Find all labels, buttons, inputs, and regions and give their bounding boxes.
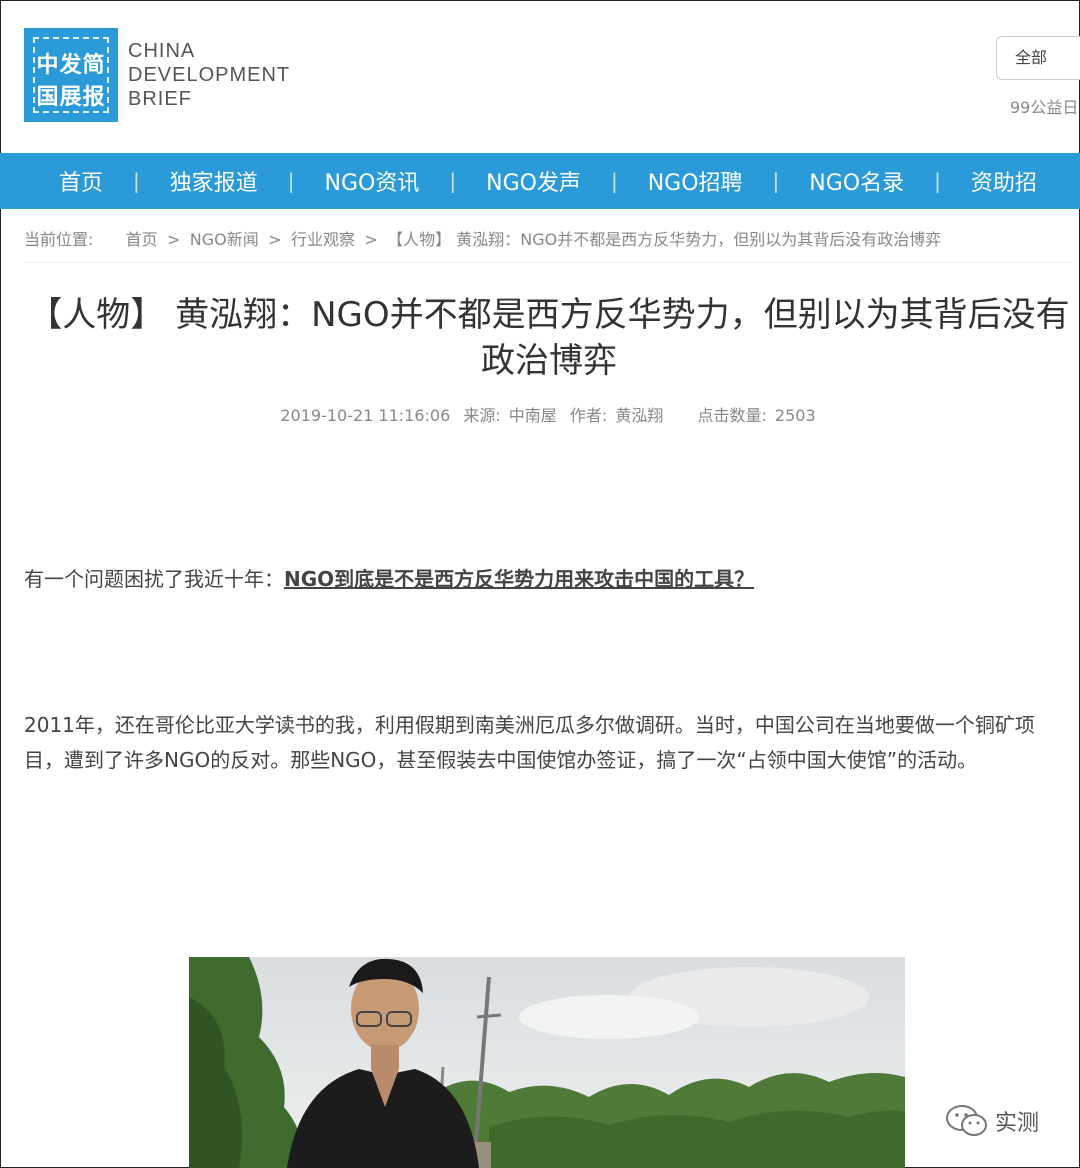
article-author: 黄泓翔 [615,406,664,425]
logo-en-line3: BRIEF [128,88,192,110]
wechat-icon [946,1105,987,1136]
nav-item-home[interactable]: 首页 [59,165,103,197]
logo-cn-line2: 国展报 [36,85,106,110]
nav-separator: | [772,169,780,193]
watermark-label: 实测 [995,1111,1040,1136]
nav-item-funding[interactable]: 资助招 [971,165,1037,197]
photo-illustration [189,957,905,1168]
author-label: 作者: [569,406,608,425]
nav-separator: | [449,169,457,193]
nav-separator: | [610,169,618,193]
article-meta: 2019-10-21 11:16:06 来源: 中南屋 作者: 黄泓翔 点击数量: 2… [0,402,1080,426]
article-views: 2503 [774,406,816,425]
breadcrumb-current: 【人物】 黄泓翔：NGO并不都是西方反华势力，但别以为其背后没有政治博弈 [387,230,942,249]
article-title: 【人物】 黄泓翔：NGO并不都是西方反华势力，但别以为其背后没有政治博弈 [28,295,1070,381]
logo-en-line1: CHINA [128,40,196,62]
nav-separator: | [133,169,140,193]
breadcrumb-ngo-news[interactable]: NGO新闻 [190,230,259,249]
article-paragraph: 2011年，还在哥伦比亚大学读书的我，利用假期到南美洲厄瓜多尔做调研。当时，中国… [24,713,1035,772]
views-label: 点击数量: [697,406,767,425]
logo-cn-line1: 中发简 [36,53,106,78]
breadcrumb-separator: > [167,230,181,249]
nav-item-ngo-voice[interactable]: NGO发声 [486,165,581,197]
breadcrumb-separator: > [364,230,378,249]
source-label: 来源: [463,406,501,425]
search-scope-select[interactable]: 全部 [996,36,1080,80]
nav-item-ngo-news[interactable]: NGO资讯 [325,165,420,197]
breadcrumb: 当前位置: 首页 > NGO新闻 > 行业观察 > 【人物】 黄泓翔：NGO并不… [24,226,941,250]
breadcrumb-prefix: 当前位置: [24,230,94,249]
breadcrumb-industry[interactable]: 行业观察 [291,230,355,249]
article-source: 中南屋 [508,406,557,425]
breadcrumb-home[interactable]: 首页 [126,230,158,249]
article-datetime: 2019-10-21 11:16:06 [280,406,451,425]
breadcrumb-separator: > [268,230,282,249]
charity-day-link[interactable]: 99公益日 [1010,94,1078,118]
logo-mark: 中发简 国展报 [24,28,118,122]
site-logo[interactable]: 中发简 国展报 CHINA DEVELOPMENT BRIEF [24,28,290,122]
nav-item-ngo-directory[interactable]: NGO名录 [809,165,904,197]
nav-item-exclusive[interactable]: 独家报道 [170,165,258,197]
paragraph-text: 有一个问题困扰了我近十年： [24,567,284,591]
wechat-watermark: 实测 [945,1104,1039,1138]
paragraph-link[interactable]: NGO到底是不是西方反华势力用来攻击中国的工具？ [284,567,754,591]
nav-separator: | [934,169,941,193]
logo-en-line2: DEVELOPMENT [128,64,291,86]
nav-item-ngo-jobs[interactable]: NGO招聘 [648,165,743,197]
article-photo [189,957,905,1168]
divider [24,262,1072,263]
article-paragraph: 有一个问题困扰了我近十年：NGO到底是不是西方反华势力用来攻击中国的工具？ [24,562,1070,597]
logo-wordmark: CHINA DEVELOPMENT BRIEF [128,39,290,111]
nav-separator: | [287,169,295,193]
main-nav: 首页 | 独家报道 | NGO资讯 | NGO发声 | NGO招聘 | NGO名… [0,153,1080,209]
